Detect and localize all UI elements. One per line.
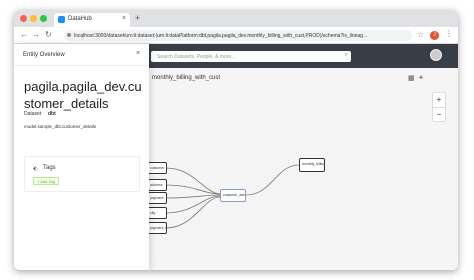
panel-title: Entity Overview (23, 52, 65, 58)
user-avatar[interactable] (430, 49, 442, 61)
browser-window: DataHub × + ← → ↻ localhost:3000/dataset… (14, 10, 458, 270)
close-window-button[interactable] (20, 15, 27, 22)
url-text: localhost:3000/dataset/urn:li:dataset:(u… (74, 32, 368, 39)
tab-title: DataHub (68, 16, 92, 22)
search-placeholder: Search Datasets, People, & more... (157, 53, 236, 60)
entity-overview-panel: Entity Overview × pagila.pagila_dev.cust… (14, 44, 149, 270)
tab-close-icon[interactable]: × (122, 15, 126, 22)
edge-customer (165, 167, 221, 195)
maximize-window-button[interactable] (40, 15, 47, 22)
search-input[interactable]: Search Datasets, People, & more... ⌕ (151, 51, 351, 62)
add-tag-button[interactable]: + Add Tag (33, 177, 59, 185)
lineage-node[interactable]: payment_by_cust (147, 222, 167, 234)
entity-type-label: Dataset (24, 111, 42, 117)
back-arrow-icon[interactable]: ← (20, 30, 28, 39)
close-icon[interactable]: × (136, 50, 140, 57)
entity-name: pagila.pagila_dev.customer_details (24, 79, 142, 111)
browser-menu-icon[interactable]: ⋮ (445, 29, 453, 38)
panel-header: Entity Overview × (14, 44, 149, 66)
bookmark-star-icon[interactable]: ☆ (417, 30, 424, 39)
edge-downstream (245, 164, 300, 196)
address-bar: ← → ↻ localhost:3000/dataset/urn:li:data… (14, 27, 458, 44)
platform-name: dbt (48, 111, 56, 117)
reload-icon[interactable]: ↻ (45, 30, 52, 39)
forward-arrow-icon[interactable]: → (32, 30, 40, 39)
browser-tab[interactable]: DataHub × (54, 13, 130, 27)
entity-urn: model.sample_dbt.customer_details (24, 124, 97, 129)
datahub-favicon-icon (58, 16, 65, 23)
tags-label: Tags (43, 165, 56, 171)
tab-bar: DataHub × + (14, 10, 458, 27)
lineage-node[interactable]: city (147, 207, 167, 219)
profile-avatar[interactable]: J (430, 31, 439, 40)
lineage-node-selected[interactable]: customer_details (220, 189, 246, 202)
search-icon[interactable]: ⌕ (345, 52, 348, 59)
edge-address (165, 184, 221, 195)
lineage-node[interactable]: address (147, 179, 167, 191)
datahub-app: Search Datasets, People, & more... ⌕ mon… (14, 44, 458, 270)
lineage-node[interactable]: monthly_billing... (299, 158, 325, 172)
edge-city (165, 195, 221, 214)
url-input[interactable]: localhost:3000/dataset/urn:li:dataset:(u… (64, 30, 412, 41)
lineage-node[interactable]: payment (147, 192, 167, 204)
lineage-node[interactable]: customer (147, 162, 167, 174)
tag-icon: ⬖ (33, 166, 38, 172)
minimize-window-button[interactable] (30, 15, 37, 22)
site-info-icon[interactable] (67, 33, 71, 37)
new-tab-button[interactable]: + (135, 13, 140, 23)
tags-section: ⬖ Tags + Add Tag (24, 156, 140, 192)
